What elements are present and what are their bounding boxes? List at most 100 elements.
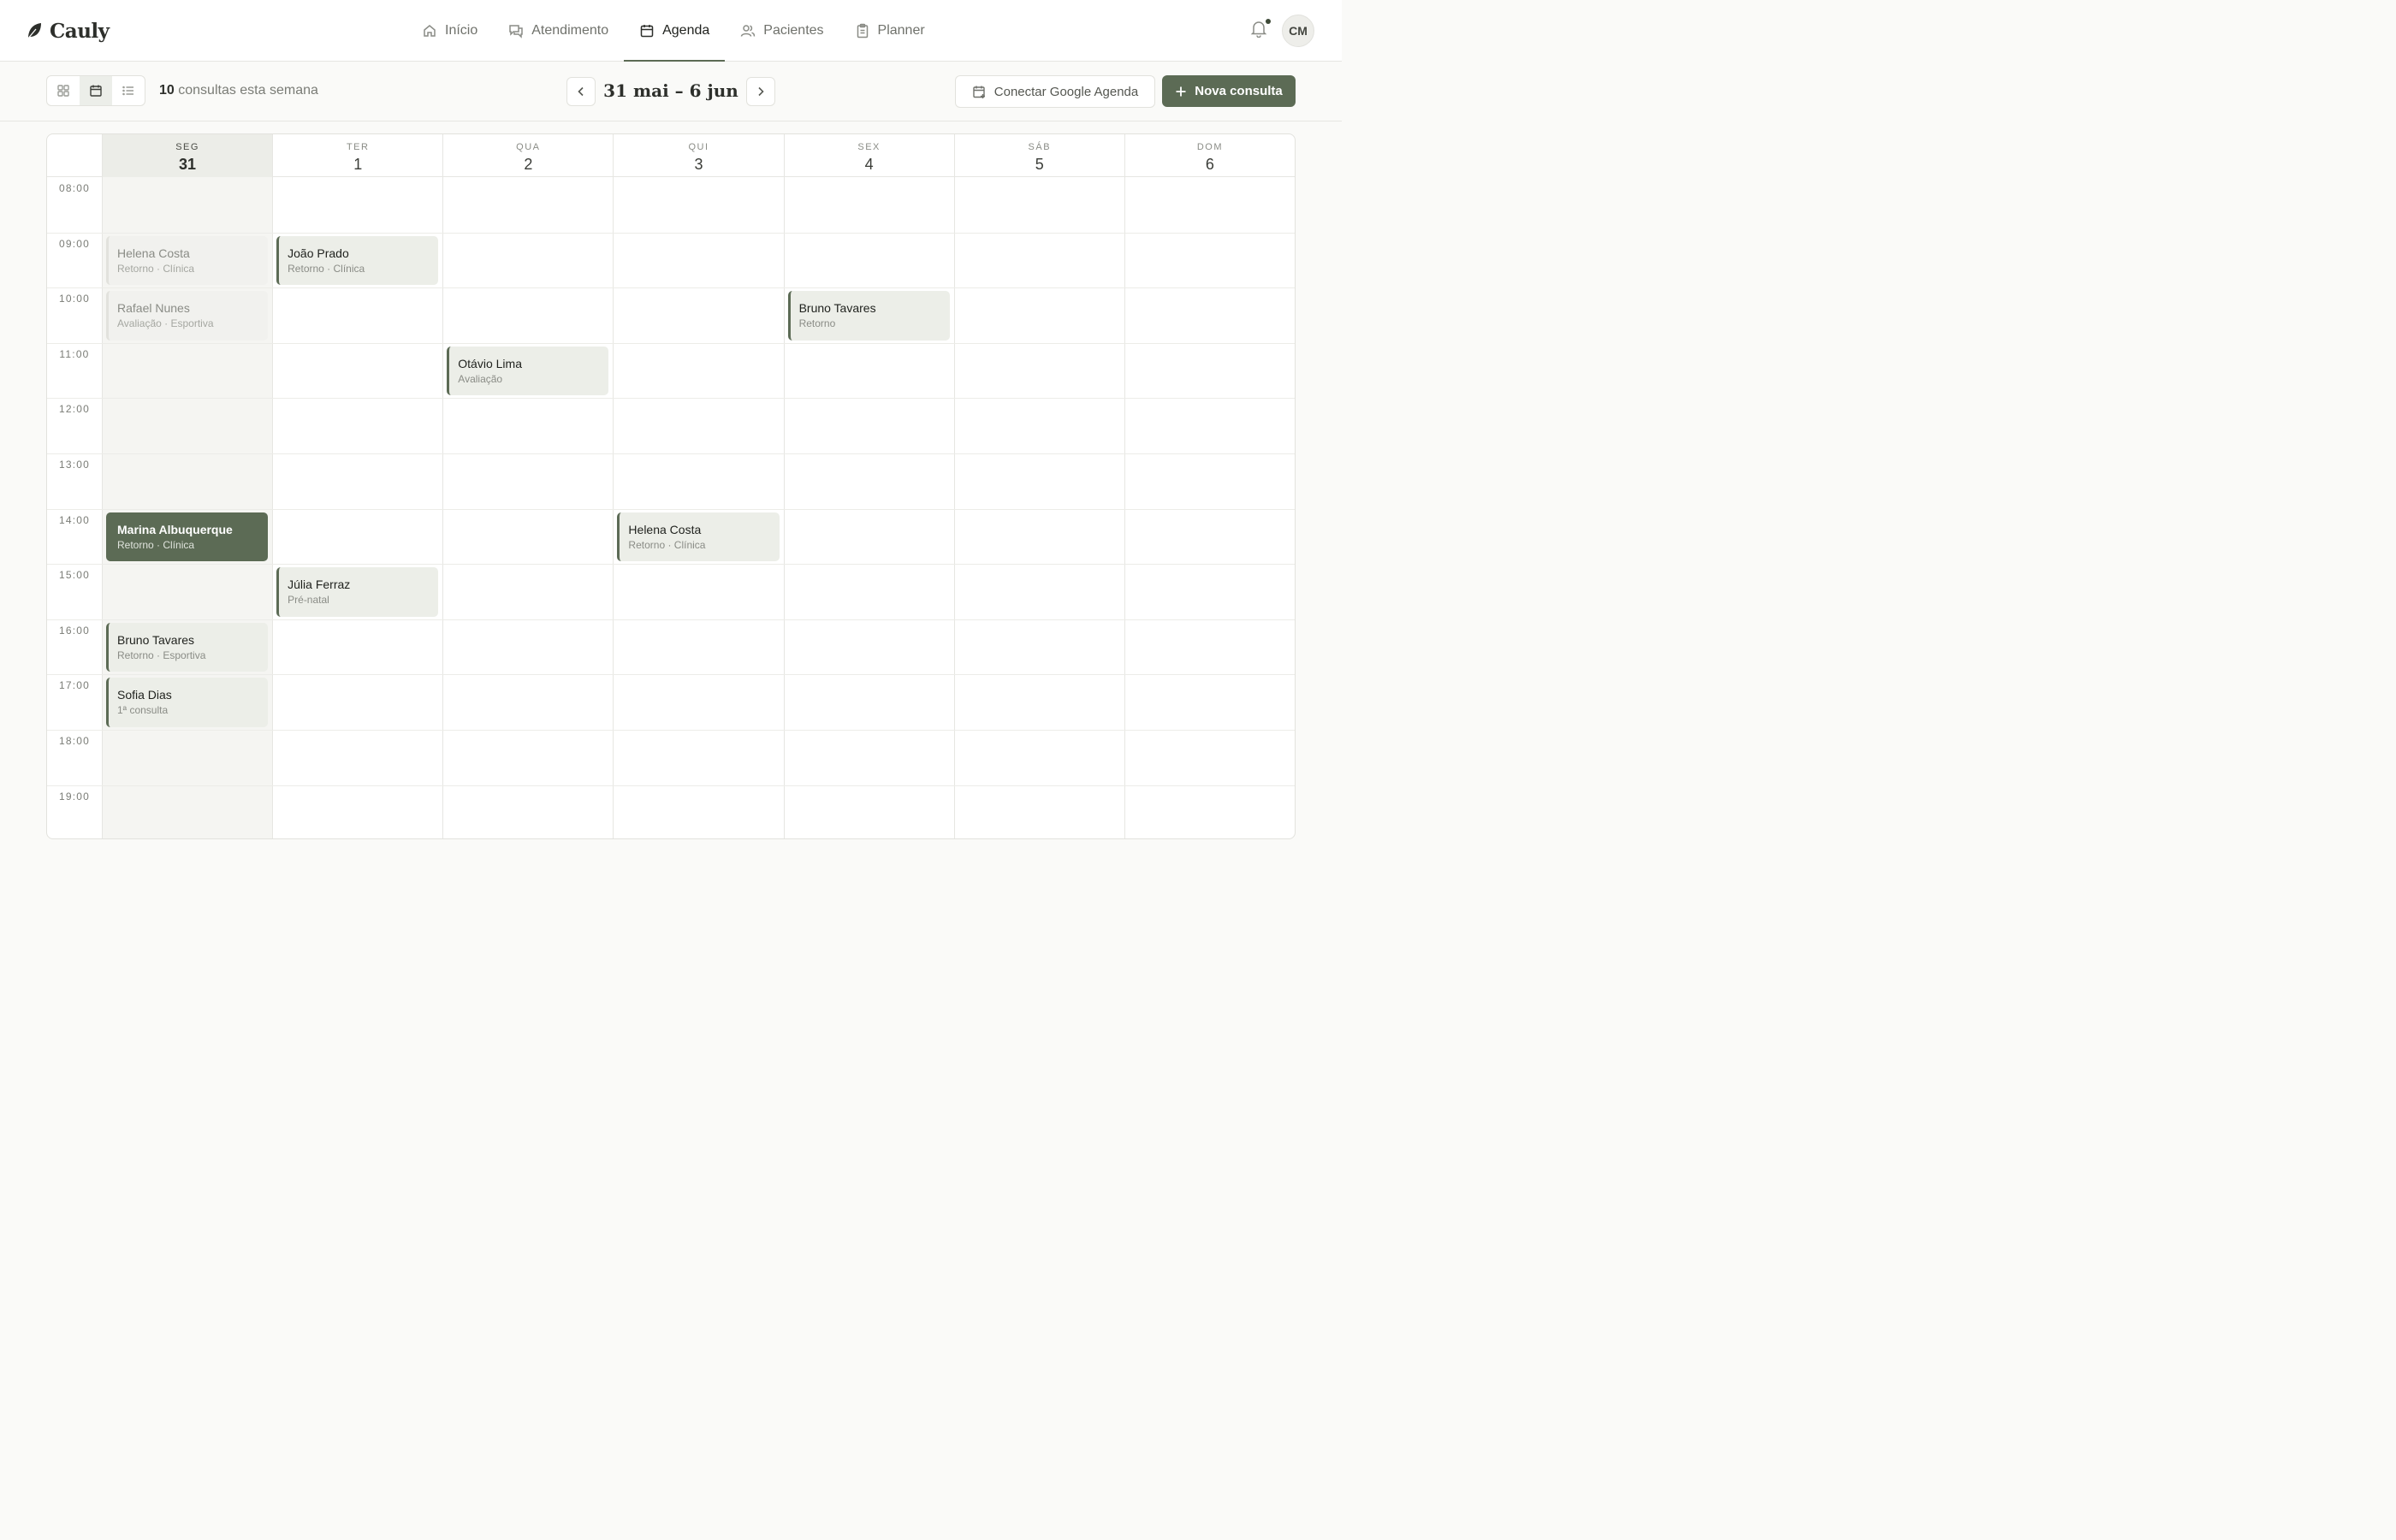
appointment-card[interactable]: Sofia Dias 1ª consulta: [106, 678, 269, 727]
chevron-left-icon: [578, 86, 584, 97]
hour-label: 08:00: [58, 182, 91, 194]
day-header[interactable]: QUA 2: [442, 134, 613, 177]
day-abbr: QUA: [516, 142, 541, 152]
appointment-patient-name: João Prado: [288, 246, 349, 260]
appointment-card[interactable]: Helena Costa Retorno · Clínica: [106, 235, 269, 286]
calendar-toolbar: 10 consultas esta semana 31 mai – 6 jun …: [0, 62, 1342, 121]
appointment-patient-name: Helena Costa: [628, 522, 702, 536]
appointment-card[interactable]: Bruno Tavares Retorno · Esportiva: [106, 622, 269, 672]
day-abbr: TER: [346, 142, 370, 152]
hour-divider: [47, 287, 1295, 289]
appointment-patient-name: Sofia Dias: [117, 688, 172, 702]
day-number: 5: [1035, 156, 1044, 173]
day-header[interactable]: DOM 6: [1124, 134, 1295, 177]
chevron-right-icon: [758, 86, 764, 97]
day-abbr: QUI: [688, 142, 709, 152]
connect-google-calendar-label: Conectar Google Agenda: [993, 84, 1139, 99]
new-appointment-button[interactable]: Nova consulta: [1162, 75, 1296, 107]
appointment-card[interactable]: Bruno Tavares Retorno: [787, 291, 950, 341]
day-abbr: SÁB: [1028, 142, 1052, 152]
hour-divider: [47, 730, 1295, 731]
calendar-grid: 08:00 09:00 10:00 11:00 12:00 13:00 14:00 15:00…: [47, 177, 1295, 838]
appointment-type: Avaliação: [458, 372, 503, 385]
hour-divider: [47, 342, 1295, 344]
users-icon: [741, 25, 756, 37]
connect-google-calendar-button[interactable]: Conectar Google Agenda: [955, 75, 1155, 108]
hour-divider: [47, 674, 1295, 676]
next-week-button[interactable]: [746, 77, 775, 106]
view-list-button[interactable]: [112, 76, 145, 105]
day-header[interactable]: QUI 3: [613, 134, 783, 177]
hour-divider: [47, 785, 1295, 786]
appointment-type: Retorno · Clínica: [117, 538, 195, 551]
day-number: 4: [864, 156, 874, 173]
appointment-type: Retorno · Esportiva: [117, 649, 206, 661]
hour-divider: [47, 619, 1295, 620]
day-abbr: SEX: [857, 142, 881, 152]
nav-tab-planner[interactable]: Planner: [839, 0, 940, 62]
appointment-card[interactable]: Helena Costa Retorno · Clínica: [617, 512, 780, 562]
hour-label: 12:00: [58, 403, 91, 416]
appointment-card[interactable]: Otávio Lima Avaliação: [447, 346, 609, 396]
view-grid-button[interactable]: [47, 76, 80, 105]
nav-tab-pacientes[interactable]: Pacientes: [725, 0, 839, 62]
calendar-plus-icon: [973, 86, 985, 98]
hour-divider: [47, 232, 1295, 234]
nav-tab-label: Atendimento: [531, 23, 609, 38]
day-header[interactable]: SEG 31: [102, 134, 273, 177]
brand[interactable]: Cauly: [26, 17, 110, 44]
week-appointment-count: 10 consultas esta semana: [159, 83, 318, 98]
day-abbr: DOM: [1196, 142, 1223, 152]
hour-label: 16:00: [58, 624, 91, 637]
hour-label: 17:00: [58, 679, 91, 692]
grid-icon: [57, 85, 69, 97]
appointment-card[interactable]: Rafael Nunes Avaliação · Esportiva: [106, 291, 269, 341]
nav-tab-label: Início: [445, 23, 478, 38]
clipboard-icon: [857, 23, 868, 38]
appointment-type: Avaliação · Esportiva: [117, 317, 214, 330]
appointment-patient-name: Rafael Nunes: [117, 301, 190, 316]
appointment-patient-name: Bruno Tavares: [117, 632, 195, 647]
hour-label: 13:00: [58, 459, 91, 471]
appointment-patient-name: Júlia Ferraz: [288, 578, 351, 592]
day-header[interactable]: SEX 4: [783, 134, 954, 177]
nav-tab-inicio[interactable]: Início: [406, 0, 493, 62]
hour-label: 11:00: [59, 347, 90, 360]
brand-name: Cauly: [50, 19, 110, 43]
appointment-card[interactable]: João Prado Retorno · Clínica: [276, 235, 439, 286]
appointment-type: Pré-natal: [288, 594, 329, 607]
appointment-card[interactable]: Júlia Ferraz Pré-natal: [276, 567, 439, 617]
appointment-type: Retorno · Clínica: [117, 262, 195, 275]
list-icon: [122, 86, 133, 96]
appointment-type: Retorno · Clínica: [288, 262, 365, 275]
day-number: 6: [1205, 156, 1214, 173]
nav-tab-atendimento[interactable]: Atendimento: [493, 0, 624, 62]
calendar-icon: [90, 85, 102, 97]
nav-tab-label: Agenda: [662, 23, 710, 38]
day-header[interactable]: TER 1: [272, 134, 442, 177]
previous-week-button[interactable]: [566, 77, 596, 106]
hour-divider: [47, 398, 1295, 400]
hour-label: 14:00: [58, 513, 91, 526]
day-header[interactable]: SÁB 5: [953, 134, 1124, 177]
appointment-type: Retorno: [798, 317, 836, 330]
day-number: 2: [524, 156, 533, 173]
day-number: 31: [179, 156, 197, 173]
hour-divider: [47, 564, 1295, 566]
day-number: 1: [353, 156, 363, 173]
day-abbr: SEG: [175, 142, 199, 152]
appointment-card[interactable]: Marina Albuquerque Retorno · Clínica: [106, 512, 269, 562]
notifications-button[interactable]: [1249, 19, 1272, 41]
hour-label: 19:00: [58, 790, 91, 803]
hour-divider: [47, 508, 1295, 510]
nav-tab-label: Pacientes: [763, 23, 824, 38]
appointment-patient-name: Marina Albuquerque: [117, 522, 233, 536]
nav-tab-agenda[interactable]: Agenda: [624, 0, 726, 62]
notification-dot: [1266, 19, 1271, 24]
home-icon: [424, 25, 436, 37]
view-week-button[interactable]: [80, 76, 112, 105]
leaf-logo-icon: [27, 23, 41, 40]
week-count-suffix: consultas esta semana: [174, 83, 318, 98]
date-range-title: 31 mai – 6 jun: [603, 80, 738, 101]
user-avatar[interactable]: CM: [1282, 15, 1314, 47]
